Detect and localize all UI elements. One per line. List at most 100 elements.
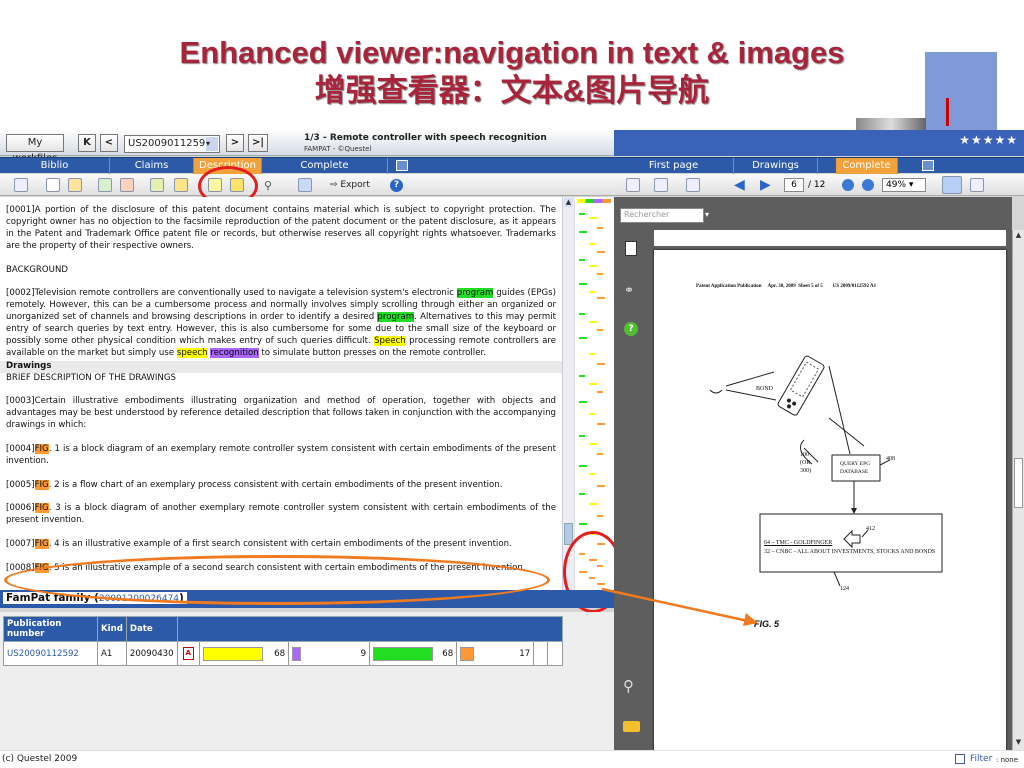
minimap-marker[interactable] <box>589 383 597 385</box>
minimap-marker[interactable] <box>597 251 605 253</box>
minimap-marker[interactable] <box>597 485 605 487</box>
chevron-down-icon[interactable]: ▼ <box>1014 738 1023 747</box>
minimap-marker[interactable] <box>589 473 595 475</box>
minimap-marker[interactable] <box>597 329 603 331</box>
minimap-marker[interactable] <box>579 283 587 285</box>
my-workfiles-button[interactable]: My workfiles <box>6 134 64 164</box>
open-window-icon[interactable] <box>922 160 934 171</box>
text-scrollbar[interactable]: ▲ <box>562 197 574 597</box>
highlight-fig[interactable]: FIG <box>34 503 49 514</box>
save-icon[interactable] <box>654 178 668 192</box>
print-icon[interactable] <box>14 178 28 192</box>
help-icon[interactable]: ? <box>624 322 638 336</box>
folder-icon[interactable] <box>174 178 188 192</box>
help-icon[interactable]: ? <box>390 179 403 192</box>
highlight-speech[interactable]: Speech <box>374 335 406 346</box>
minimap-marker[interactable] <box>597 515 603 517</box>
next-doc-button[interactable]: > <box>226 134 244 152</box>
search-input[interactable]: Rechercher <box>620 208 704 223</box>
minimap-marker[interactable] <box>579 231 587 233</box>
minimap-marker[interactable] <box>597 273 603 275</box>
paperclip-icon[interactable]: ⚲ <box>623 677 634 695</box>
minimap-marker[interactable] <box>589 243 595 245</box>
minimap-marker[interactable] <box>579 465 587 467</box>
highlight-speech[interactable]: speech <box>176 347 208 358</box>
chevron-down-icon[interactable]: ▾ <box>705 210 709 219</box>
zoom-select[interactable]: 49% ▾ <box>882 178 926 192</box>
minimap-marker[interactable] <box>597 453 603 455</box>
minimap-marker[interactable] <box>579 337 587 339</box>
column-header[interactable]: Kind <box>97 616 127 642</box>
paste-icon[interactable] <box>68 178 82 192</box>
zoom-out-icon[interactable] <box>842 179 854 191</box>
highlight-fig[interactable]: FIG <box>34 443 49 454</box>
send-icon[interactable] <box>298 178 312 192</box>
minimap-marker[interactable] <box>589 443 597 445</box>
print-icon[interactable] <box>626 178 640 192</box>
chevron-up-icon[interactable]: ▲ <box>564 198 573 207</box>
minimap-marker[interactable] <box>579 259 585 261</box>
minimap-marker[interactable] <box>597 391 603 393</box>
table-row[interactable]: US20090112592 A1 20090430 A 68 9 68 17 <box>3 641 563 666</box>
minimap-marker[interactable] <box>589 265 597 267</box>
minimap-marker[interactable] <box>597 423 605 425</box>
pdf-icon-cell[interactable]: A <box>176 641 200 666</box>
first-doc-button[interactable]: K <box>78 134 96 152</box>
minimap-marker[interactable] <box>589 353 595 355</box>
next-page-arrow-icon[interactable]: ▶ <box>760 177 771 193</box>
zoom-in-icon[interactable] <box>862 179 874 191</box>
fit-width-icon[interactable] <box>942 176 962 194</box>
tools-icon[interactable] <box>686 178 700 192</box>
export-button[interactable]: ⇨ Export <box>330 180 370 190</box>
scroll-thumb[interactable] <box>1014 458 1023 508</box>
prev-doc-button[interactable]: < <box>100 134 118 152</box>
minimap-marker[interactable] <box>589 217 597 219</box>
tab-drawings[interactable]: Drawings <box>734 158 818 174</box>
page-icon[interactable] <box>625 241 637 256</box>
tab-claims[interactable]: Claims <box>110 158 194 174</box>
comments-icon[interactable] <box>623 721 640 732</box>
viewer-scrollbar[interactable]: ▲ ▼ <box>1012 230 1024 750</box>
tab-biblio[interactable]: Biblio <box>0 158 110 174</box>
minimap-marker[interactable] <box>589 321 597 323</box>
attachment-icon[interactable]: ⚲ <box>264 179 272 192</box>
highlight-program[interactable]: program <box>456 288 494 299</box>
shield-icon[interactable] <box>98 178 112 192</box>
tab-complete[interactable]: Complete <box>262 158 388 174</box>
column-header[interactable]: Date <box>125 616 178 642</box>
minimap-marker[interactable] <box>597 227 603 229</box>
pdf-icon[interactable] <box>120 178 134 192</box>
highlight-recognition[interactable]: recognition <box>210 347 259 358</box>
filter-label[interactable]: Filter <box>970 754 992 764</box>
minimap-marker[interactable] <box>579 523 587 525</box>
fit-page-icon[interactable] <box>970 178 984 192</box>
column-header[interactable]: Publication number <box>3 616 98 642</box>
minimap-marker[interactable] <box>597 363 605 365</box>
minimap-marker[interactable] <box>589 503 597 505</box>
minimap-marker[interactable] <box>579 375 585 377</box>
highlight-fig[interactable]: FIG <box>34 539 49 550</box>
minimap-marker[interactable] <box>579 313 585 315</box>
highlight-fig[interactable]: FIG <box>34 479 49 490</box>
notes-icon[interactable] <box>150 178 164 192</box>
minimap-marker[interactable] <box>589 291 595 293</box>
copy-icon[interactable] <box>46 178 60 192</box>
filter-checkbox[interactable] <box>955 754 965 764</box>
pdf-icon[interactable]: A <box>182 647 194 660</box>
last-doc-button[interactable]: >| <box>248 134 268 152</box>
highlight-program[interactable]: program <box>377 312 415 323</box>
tab-complete-right[interactable]: Complete <box>836 158 898 174</box>
minimap-marker[interactable] <box>579 435 585 437</box>
open-window-icon[interactable] <box>396 160 408 171</box>
minimap-marker[interactable] <box>597 297 605 299</box>
doc-selector[interactable]: US20090112592 ▾ <box>124 135 220 153</box>
page-number-input[interactable]: 6 <box>784 178 804 192</box>
minimap-marker[interactable] <box>579 401 587 403</box>
chevron-up-icon[interactable]: ▲ <box>1014 231 1023 240</box>
binoculars-icon[interactable]: ⚭ <box>624 283 634 297</box>
tab-first-page[interactable]: First page <box>614 158 734 174</box>
prev-page-arrow-icon[interactable]: ◀ <box>734 177 745 193</box>
pub-number-link[interactable]: US20090112592 <box>3 641 98 666</box>
minimap-marker[interactable] <box>579 493 585 495</box>
minimap-marker[interactable] <box>579 213 585 215</box>
